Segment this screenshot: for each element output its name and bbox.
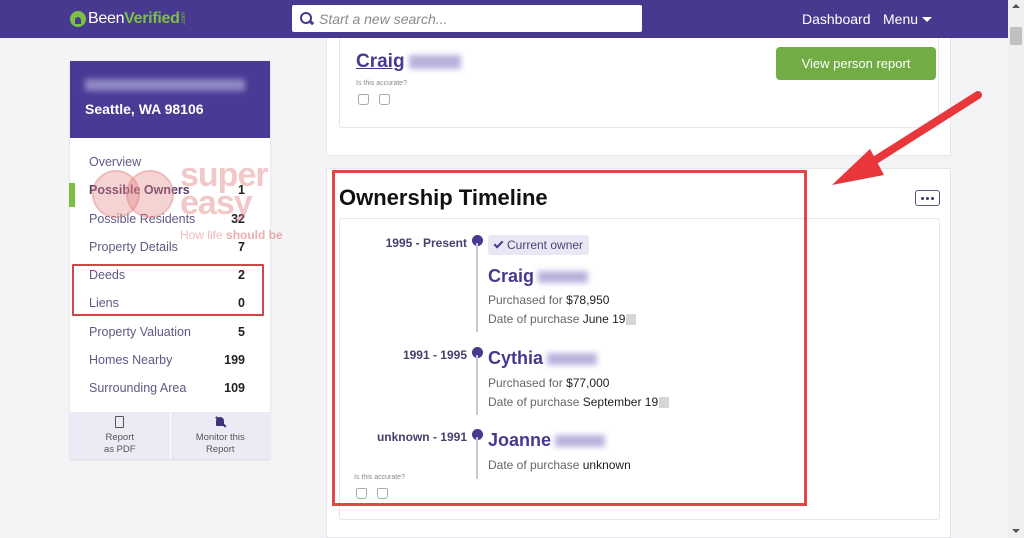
- sidebar-item-possible-owners[interactable]: Possible Owners 1: [70, 183, 270, 211]
- search-icon: [300, 11, 314, 26]
- sidebar-item-overview[interactable]: Overview: [70, 155, 270, 183]
- top-navbar: Been Verified .com Dashboard Menu: [0, 0, 1008, 38]
- sidebar-item-property-valuation[interactable]: Property Valuation 5: [70, 325, 270, 353]
- scroll-down-arrow-icon[interactable]: [1012, 529, 1020, 533]
- logo-text-com: .com: [180, 12, 187, 26]
- report-sidebar: Seattle, WA 98106 Overview Possible Owne…: [69, 61, 270, 459]
- sidebar-item-label: Property Details: [89, 239, 178, 254]
- sidebar-item-label: Possible Owners: [89, 183, 190, 198]
- pdf-label-line2: as PDF: [103, 444, 136, 455]
- monitor-label-line2: Report: [205, 444, 235, 455]
- scroll-thumb[interactable]: [1010, 27, 1022, 45]
- monitor-report-button[interactable]: Monitor this Report: [169, 412, 271, 459]
- annotation-arrow-icon: [832, 91, 982, 185]
- sidebar-item-count: 1: [238, 183, 245, 198]
- sidebar-item-label: Possible Residents: [89, 211, 196, 226]
- menu-label: Menu: [883, 11, 919, 27]
- monitor-label-line1: Monitor this: [195, 432, 245, 443]
- bell-slash-icon: [214, 416, 226, 428]
- sidebar-item-count: 109: [224, 381, 245, 396]
- person-name-link[interactable]: Craig: [356, 51, 461, 73]
- sidebar-footer-actions: Report as PDF Monitor this Report: [70, 412, 270, 459]
- sidebar-item-count: 199: [224, 353, 245, 368]
- sidebar-item-count: 5: [238, 324, 245, 339]
- sidebar-item-label: Overview: [89, 155, 142, 169]
- caret-down-icon: [922, 16, 933, 22]
- redacted-last-name: [408, 54, 461, 69]
- dot: [926, 196, 929, 200]
- dashboard-link[interactable]: Dashboard: [802, 11, 871, 27]
- report-as-pdf-button[interactable]: Report as PDF: [70, 412, 170, 459]
- pdf-file-icon: [115, 416, 125, 428]
- sidebar-item-count: 7: [238, 239, 245, 254]
- pdf-label-line1: Report: [105, 432, 134, 443]
- address-city: Seattle, WA 98106: [85, 101, 204, 117]
- annotation-highlight-deeds-liens: [72, 264, 264, 316]
- street-address-redacted: [85, 79, 245, 91]
- sidebar-item-surrounding-area[interactable]: Surrounding Area 109: [70, 381, 270, 409]
- menu-dropdown[interactable]: Menu: [883, 11, 933, 27]
- sidebar-item-count: 32: [231, 211, 245, 226]
- sidebar-item-label: Surrounding Area: [89, 381, 187, 396]
- page-scrollbar[interactable]: [1008, 0, 1024, 538]
- accuracy-prompt: Is this accurate?: [356, 80, 407, 87]
- sidebar-item-label: Homes Nearby: [89, 353, 173, 368]
- logo-text-verified: Verified: [124, 10, 180, 27]
- sidebar-item-homes-nearby[interactable]: Homes Nearby 199: [70, 353, 270, 381]
- view-person-report-button[interactable]: View person report: [776, 47, 936, 80]
- dot: [931, 196, 934, 200]
- search-input[interactable]: [319, 10, 619, 27]
- accuracy-feedback: [358, 94, 390, 105]
- person-first-name: Craig: [356, 51, 405, 72]
- property-address-header: Seattle, WA 98106: [70, 61, 270, 138]
- logo-person-icon: [70, 11, 86, 27]
- annotation-highlight-timeline: [332, 170, 807, 506]
- scroll-up-arrow-icon[interactable]: [1012, 4, 1020, 8]
- dot: [921, 196, 924, 200]
- logo-text-been: Been: [88, 10, 125, 27]
- search-box[interactable]: [292, 5, 642, 32]
- thumbs-down-icon[interactable]: [379, 94, 390, 105]
- active-indicator: [69, 183, 75, 207]
- beenverified-logo[interactable]: Been Verified .com: [70, 9, 187, 29]
- sidebar-item-label: Property Valuation: [89, 324, 191, 339]
- sidebar-item-possible-residents[interactable]: Possible Residents 32: [70, 212, 270, 240]
- thumbs-up-icon[interactable]: [358, 94, 369, 105]
